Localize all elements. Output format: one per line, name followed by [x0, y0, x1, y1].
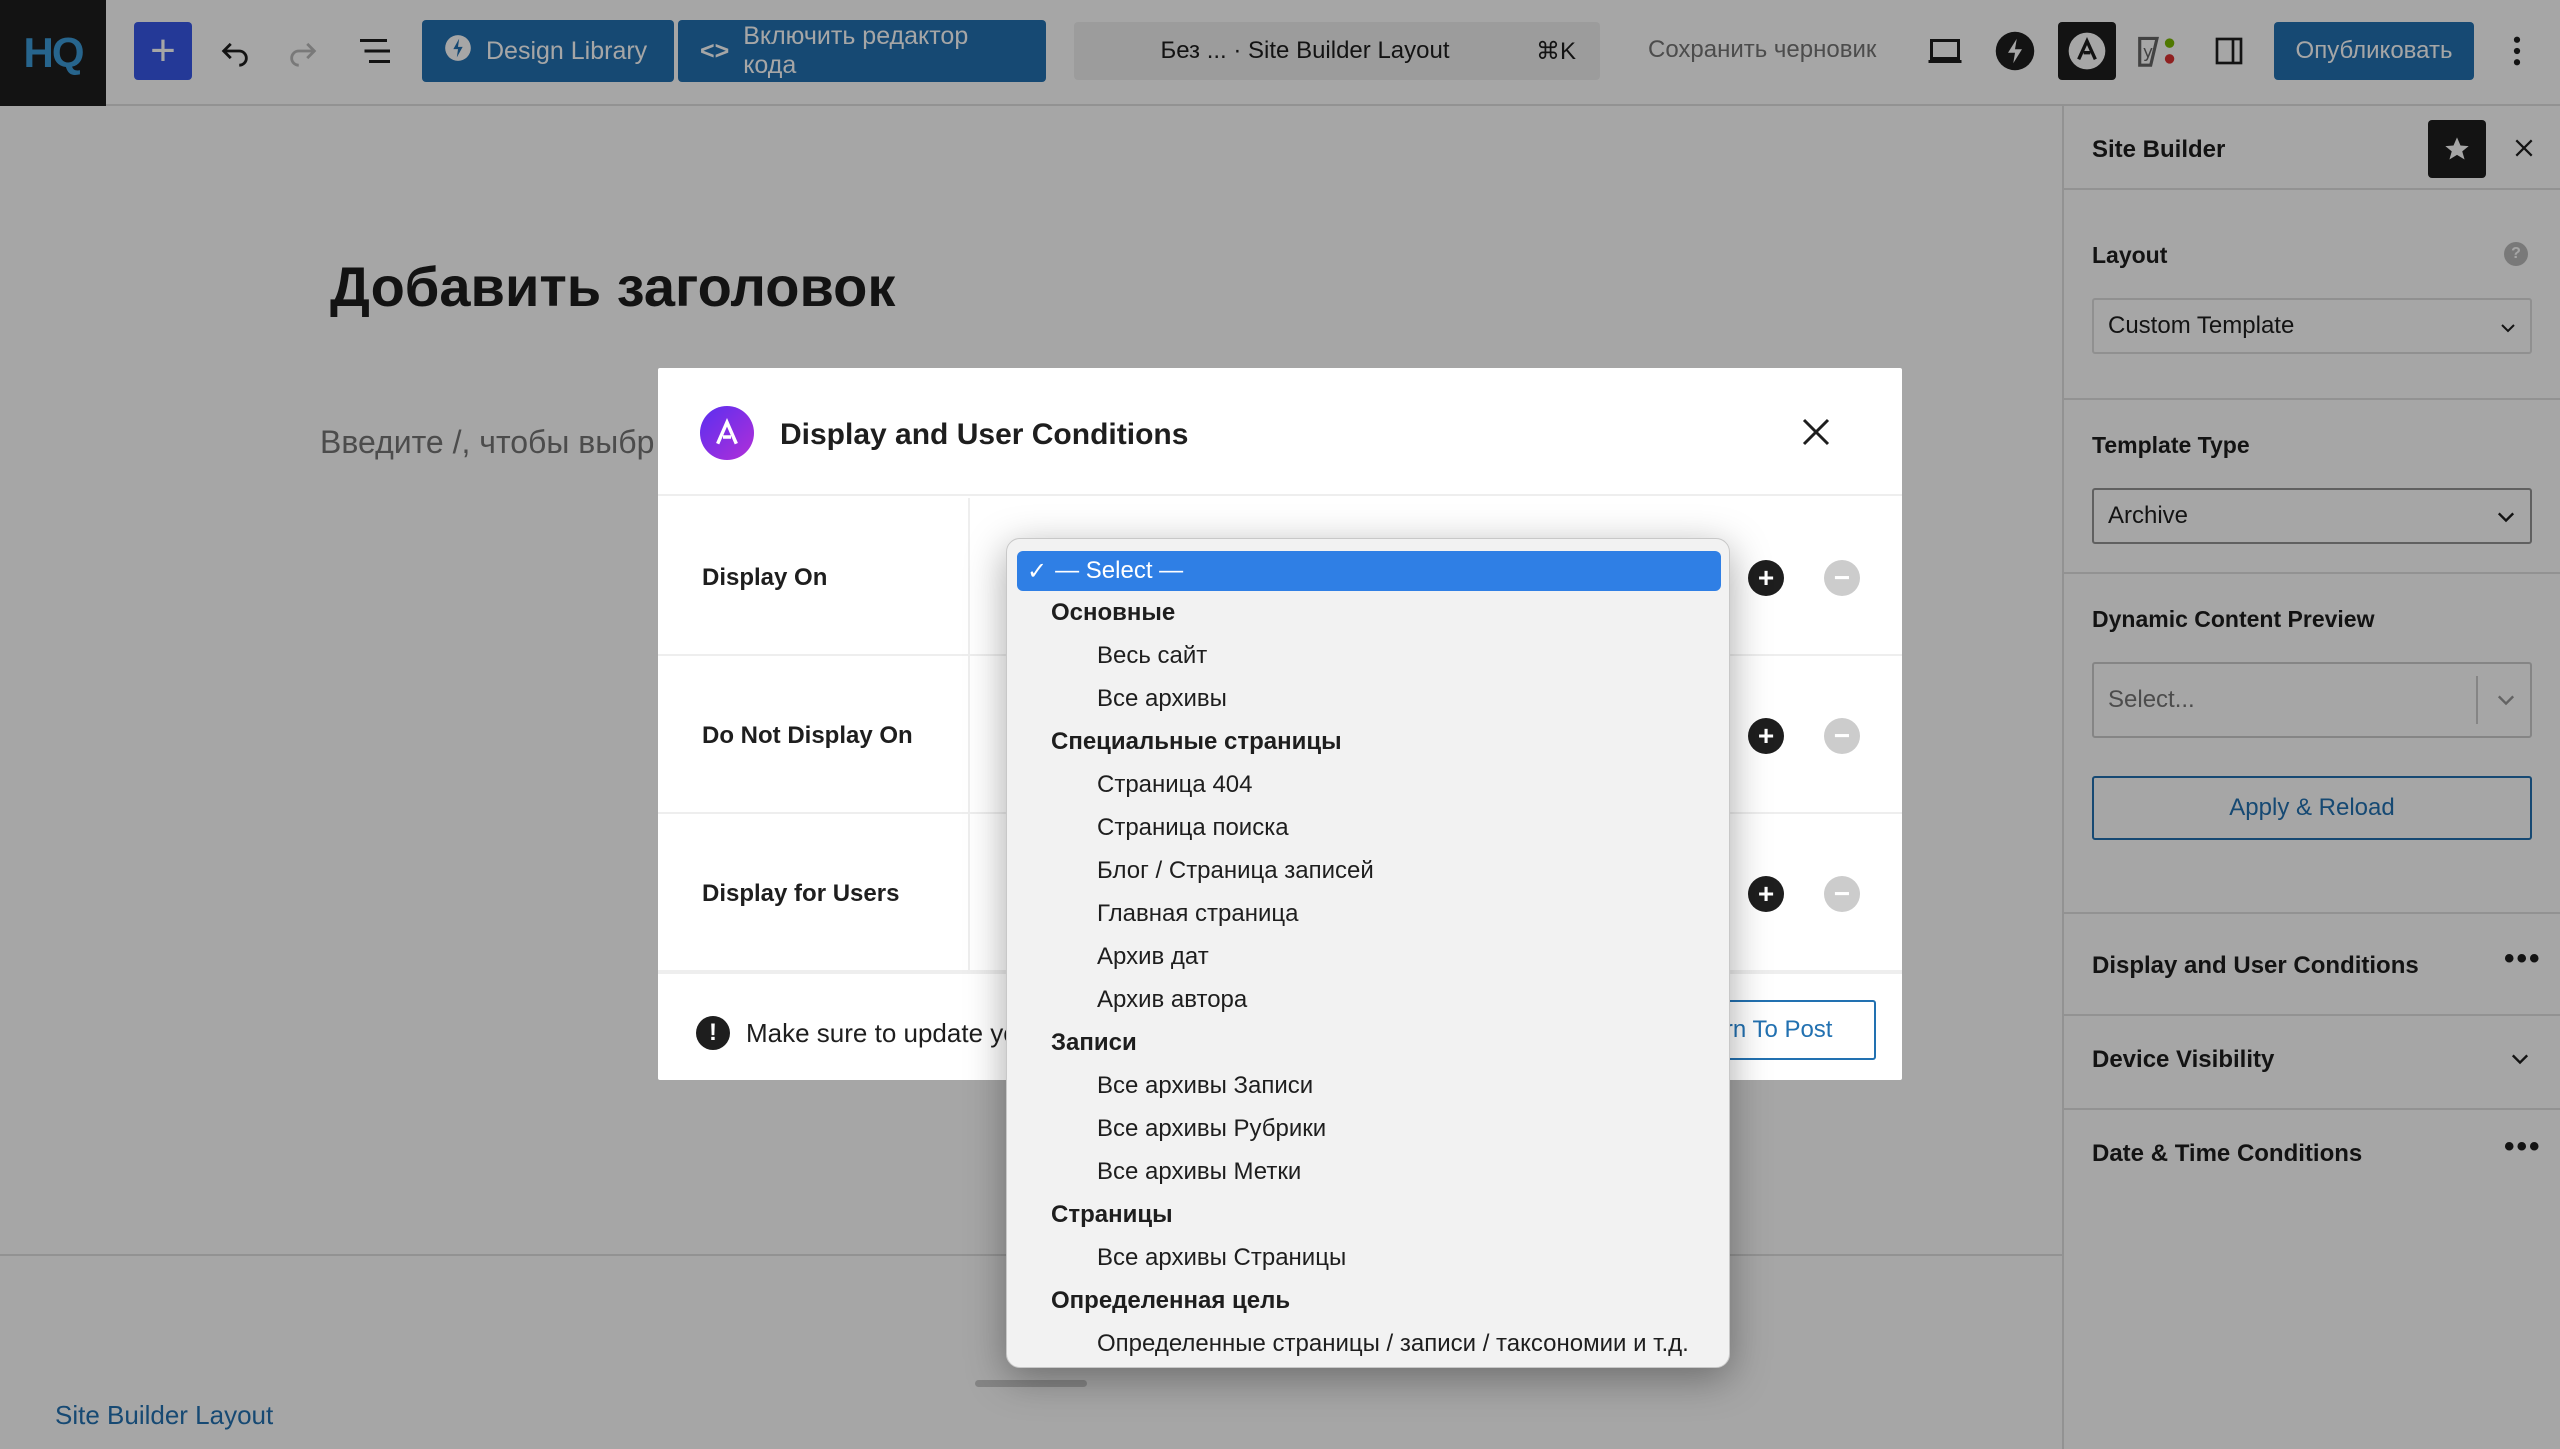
- remove-condition-icon[interactable]: −: [1824, 560, 1860, 596]
- display-on-dropdown[interactable]: ✓ — Select — Основные Весь сайт Все архи…: [1006, 538, 1730, 1368]
- dropdown-option[interactable]: Весь сайт: [1097, 642, 1207, 670]
- condition-label: Display for Users: [702, 880, 900, 907]
- astra-logo-icon: [700, 406, 754, 460]
- dropdown-option[interactable]: Все архивы: [1097, 685, 1227, 713]
- dropdown-option[interactable]: Архив дат: [1097, 943, 1209, 971]
- dropdown-option-selected[interactable]: ✓ — Select —: [1017, 551, 1721, 591]
- warning-icon: !: [696, 1016, 730, 1050]
- dropdown-option[interactable]: Страница поиска: [1097, 814, 1289, 842]
- close-icon[interactable]: [1796, 412, 1836, 452]
- modal-title: Display and User Conditions: [780, 418, 1189, 451]
- dropdown-option-label: — Select —: [1055, 557, 1184, 584]
- dropdown-option[interactable]: Определенные страницы / записи / таксоно…: [1097, 1330, 1689, 1358]
- dropdown-option[interactable]: Блог / Страница записей: [1097, 857, 1374, 885]
- dropdown-group: Записи: [1051, 1029, 1137, 1056]
- row-separator: [968, 656, 970, 814]
- add-condition-icon[interactable]: +: [1748, 560, 1784, 596]
- dropdown-group: Основные: [1051, 599, 1176, 626]
- dropdown-option[interactable]: Страница 404: [1097, 771, 1252, 799]
- dropdown-group: Специальные страницы: [1051, 728, 1342, 755]
- remove-condition-icon[interactable]: −: [1824, 718, 1860, 754]
- dropdown-option[interactable]: Архив автора: [1097, 986, 1247, 1014]
- dropdown-group: Определенная цель: [1051, 1287, 1291, 1314]
- dropdown-option[interactable]: Все архивы Страницы: [1097, 1244, 1346, 1272]
- add-condition-icon[interactable]: +: [1748, 718, 1784, 754]
- row-separator: [968, 498, 970, 656]
- condition-label: Do Not Display On: [702, 722, 913, 749]
- condition-label: Display On: [702, 564, 828, 591]
- dropdown-option[interactable]: Все архивы Рубрики: [1097, 1115, 1326, 1143]
- remove-condition-icon[interactable]: −: [1824, 876, 1860, 912]
- dropdown-group: Страницы: [1051, 1201, 1173, 1228]
- add-condition-icon[interactable]: +: [1748, 876, 1784, 912]
- checkmark-icon: ✓: [1027, 557, 1048, 585]
- dropdown-option[interactable]: Все архивы Метки: [1097, 1158, 1301, 1186]
- row-separator: [968, 814, 970, 972]
- dropdown-option[interactable]: Главная страница: [1097, 900, 1298, 928]
- footer-warning-text: Make sure to update yo: [746, 1018, 1018, 1048]
- modal-header: Display and User Conditions: [658, 368, 1902, 496]
- dropdown-option[interactable]: Все архивы Записи: [1097, 1072, 1313, 1100]
